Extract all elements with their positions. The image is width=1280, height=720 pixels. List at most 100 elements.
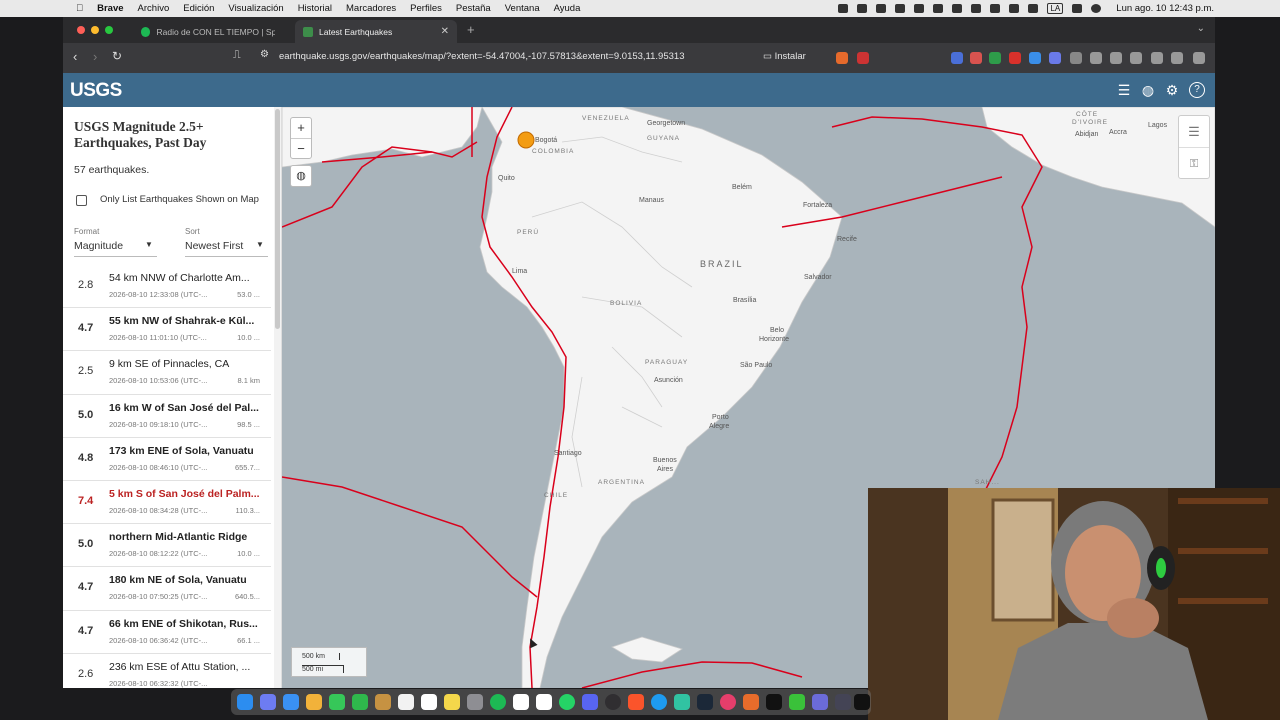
zoom-in-button[interactable]: + [291, 118, 311, 138]
legend-icon[interactable]: ⚿ [1179, 148, 1209, 180]
earthquake-list-item[interactable]: 4.7 66 km ENE of Shikotan, Rus... 2026-08-… [63, 611, 271, 654]
steam-icon[interactable] [697, 694, 713, 710]
menu-app-name[interactable]: Brave [97, 3, 123, 14]
battery-icon[interactable] [1009, 4, 1020, 13]
menu-pestana[interactable]: Pestaña [456, 3, 491, 14]
brave-shields-icon[interactable] [836, 52, 848, 64]
extension-icon[interactable] [1049, 52, 1061, 64]
earthquake-list-item[interactable]: 2.6 236 km ESE of Attu Station, ... 2026-0… [63, 654, 271, 688]
menu-archivo[interactable]: Archivo [138, 3, 170, 14]
site-info-icon[interactable]: ⚙ [260, 49, 269, 60]
display-icon[interactable] [933, 4, 944, 13]
system-settings-icon[interactable] [467, 694, 483, 710]
app-icon[interactable] [835, 694, 851, 710]
sort-select[interactable]: Newest First [185, 240, 243, 252]
close-window-button[interactable] [77, 26, 85, 34]
chevron-down-icon[interactable]: ▼ [256, 240, 264, 249]
whatsapp-icon[interactable] [559, 694, 575, 710]
streamlabs-icon[interactable] [674, 694, 690, 710]
music-icon[interactable] [1090, 52, 1102, 64]
forward-arrow-icon[interactable]: › [93, 49, 97, 64]
chevron-down-icon[interactable]: ▼ [145, 240, 153, 249]
puzzle-icon[interactable] [1070, 52, 1082, 64]
leo-icon[interactable] [1151, 52, 1163, 64]
tab-spotify[interactable]: Radio de CON EL TIEMPO | Spotify [133, 20, 283, 43]
reload-icon[interactable]: ↻ [112, 49, 122, 63]
siri-icon[interactable] [1091, 4, 1102, 13]
messages-icon[interactable] [329, 694, 345, 710]
earthquake-list-item[interactable]: 2.8 54 km NNW of Charlotte Am... 2026-08-1… [63, 265, 271, 309]
facetime-icon[interactable] [352, 694, 368, 710]
app-icon[interactable] [789, 694, 805, 710]
bookmark-icon[interactable]: ⎍ [233, 49, 241, 62]
extension-icon[interactable] [951, 52, 963, 64]
earthquake-list-item[interactable]: 5.0 northern Mid-Atlantic Ridge 2026-08-10… [63, 524, 271, 568]
zoom-out-button[interactable]: − [291, 138, 311, 158]
earthquake-list-item[interactable]: 4.7 55 km NW of Shahrak-e Kūl... 2026-08-1… [63, 308, 271, 352]
menu-marcadores[interactable]: Marcadores [346, 3, 396, 14]
tab-list-chevron-icon[interactable]: ⌄ [1197, 23, 1205, 34]
layers-icon[interactable]: ☰ [1179, 116, 1209, 148]
photos-icon[interactable] [306, 694, 322, 710]
close-tab-icon[interactable]: ✕ [441, 26, 449, 37]
control-center-icon[interactable] [1072, 4, 1083, 13]
finder-icon[interactable] [237, 694, 253, 710]
brave-rewards-icon[interactable] [857, 52, 869, 64]
menu-ayuda[interactable]: Ayuda [554, 3, 581, 14]
terminal-icon[interactable] [854, 694, 870, 710]
scrollbar-thumb[interactable] [275, 109, 280, 329]
earthquake-list-item[interactable]: 2.5 9 km SE of Pinnacles, CA 2026-08-10 10… [63, 351, 271, 395]
new-tab-button[interactable]: + [467, 22, 475, 37]
app-icon[interactable] [812, 694, 828, 710]
finder-folder-icon[interactable] [375, 694, 391, 710]
brave-icon[interactable] [628, 694, 644, 710]
only-list-label[interactable]: Only List Earthquakes Shown on Map [100, 194, 259, 205]
headphones-icon[interactable] [895, 4, 906, 13]
discord-icon[interactable] [582, 694, 598, 710]
earthquake-list-item[interactable]: 7.4 5 km S of San José del Palm... 2026-08… [63, 481, 271, 525]
mail-icon[interactable] [283, 694, 299, 710]
menu-ventana[interactable]: Ventana [505, 3, 540, 14]
app-icon[interactable] [743, 694, 759, 710]
appletv-icon[interactable] [766, 694, 782, 710]
calendar-31-icon[interactable] [536, 694, 552, 710]
cloud-icon[interactable] [857, 4, 868, 13]
world-view-button[interactable]: ◍ [290, 165, 312, 187]
safari-icon[interactable] [651, 694, 667, 710]
url-field[interactable]: earthquake.usgs.gov/earthquakes/map/?ext… [279, 51, 684, 62]
notion-icon[interactable] [513, 694, 529, 710]
extension-icon[interactable] [1029, 52, 1041, 64]
tray-icon[interactable] [838, 4, 849, 13]
obs-icon[interactable] [605, 694, 621, 710]
apple-icon[interactable]:  [76, 3, 83, 14]
minimize-window-button[interactable] [91, 26, 99, 34]
help-icon[interactable]: ? [1189, 82, 1205, 98]
earthquake-list-item[interactable]: 4.8 173 km ENE of Sola, Vanuatu 2026-08-10… [63, 438, 271, 481]
user-icon[interactable] [990, 4, 1001, 13]
hamburger-menu-icon[interactable] [1193, 52, 1205, 64]
spotify-icon[interactable] [490, 694, 506, 710]
menu-historial[interactable]: Historial [298, 3, 332, 14]
extension-icon[interactable] [989, 52, 1001, 64]
extension-icon[interactable] [1009, 52, 1021, 64]
gear-icon[interactable]: ⚙ [1164, 82, 1180, 98]
only-list-checkbox[interactable] [76, 195, 87, 206]
globe-icon[interactable]: ◍ [1140, 82, 1156, 98]
tray-icon[interactable] [952, 4, 963, 13]
calendar-icon[interactable] [421, 694, 437, 710]
menu-edicion[interactable]: Edición [183, 3, 214, 14]
input-source[interactable]: LA [1047, 3, 1064, 14]
menu-visualizacion[interactable]: Visualización [228, 3, 283, 14]
menubar-clock[interactable]: Lun ago. 10 12:43 p.m. [1116, 3, 1214, 14]
earthquake-list-item[interactable]: 4.7 180 km NE of Sola, Vanuatu 2026-08-10 … [63, 567, 271, 611]
menu-perfiles[interactable]: Perfiles [410, 3, 442, 14]
tab-latest-earthquakes[interactable]: Latest Earthquakes ✕ [295, 20, 457, 43]
extension-icon[interactable] [970, 52, 982, 64]
search-icon[interactable] [1028, 4, 1039, 13]
zoom-window-button[interactable] [105, 26, 113, 34]
wallet-icon[interactable] [1130, 52, 1142, 64]
notes-icon[interactable] [444, 694, 460, 710]
launchpad-icon[interactable] [260, 694, 276, 710]
sidebar-icon[interactable] [1110, 52, 1122, 64]
reminders-icon[interactable] [398, 694, 414, 710]
